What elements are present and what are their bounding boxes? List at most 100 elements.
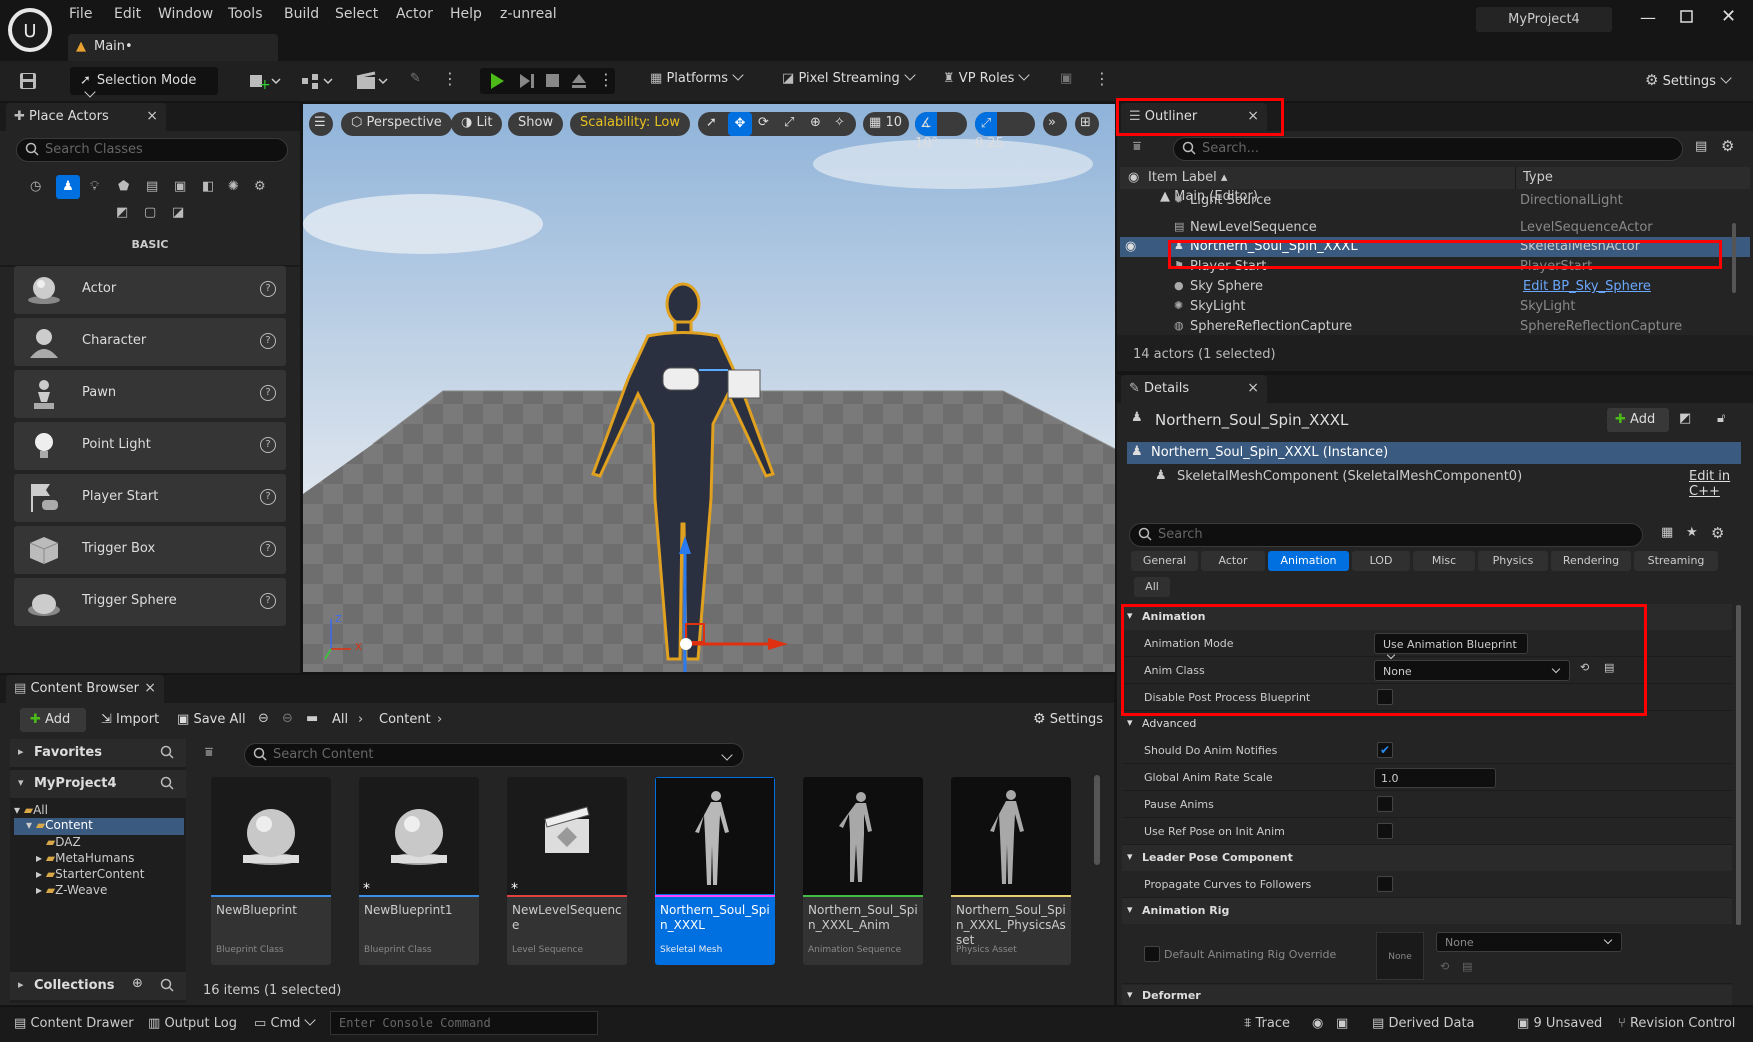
item-label-header[interactable]: Item Label ▴	[1148, 170, 1227, 185]
settings-button[interactable]: ⚙ Settings	[1645, 71, 1732, 89]
tab-streaming[interactable]: Streaming	[1634, 551, 1718, 571]
grid-snap-button[interactable]: ▦ 10	[863, 112, 909, 136]
asset-tile[interactable]: Northern_Soul_Spin_XXXL_PhysicsAsset Phy…	[951, 777, 1071, 965]
pixel-streaming-button[interactable]: ◪ Pixel Streaming	[782, 69, 916, 86]
content-browser-tab[interactable]: ▤ Content Browser ×	[6, 675, 164, 703]
content-icon-2[interactable]: ▢	[144, 205, 156, 220]
visual-effects-icon[interactable]: ▣	[174, 179, 186, 194]
show-button[interactable]: Show	[508, 112, 564, 136]
folder-icon[interactable]: ▬	[306, 711, 318, 726]
perspective-button[interactable]: ⬡ Perspective	[341, 112, 452, 136]
shapes-icon[interactable]: ⬟	[118, 179, 129, 194]
back-icon[interactable]: ⊖	[258, 711, 269, 726]
table-row[interactable]: ✺ SkyLight SkyLight	[1120, 298, 1750, 316]
forward-icon[interactable]: ⊖	[282, 711, 293, 726]
table-row[interactable]: ✹ Light Source DirectionalLight	[1120, 189, 1750, 208]
section-leader-pose[interactable]: ▾ Leader Pose Component	[1122, 845, 1732, 871]
unsaved-button[interactable]: ▣ 9 Unsaved	[1517, 1016, 1602, 1031]
modes-icon[interactable]: ✎	[410, 71, 421, 86]
eject-icon[interactable]	[570, 71, 588, 91]
screenshot-icon[interactable]: ▣	[1336, 1016, 1348, 1031]
ref-pose-checkbox[interactable]	[1377, 823, 1393, 839]
minimize-icon[interactable]: —	[1640, 8, 1656, 27]
search-icon[interactable]	[160, 776, 174, 790]
translate-tool-icon[interactable]: ✥	[728, 112, 752, 136]
tree-item-startercontent[interactable]: ▸ ▰StarterContent	[36, 867, 144, 881]
menu-z-unreal[interactable]: z-unreal	[500, 6, 557, 22]
eye-icon[interactable]: ◉	[1125, 239, 1136, 254]
geometry-icon[interactable]: ◧	[202, 179, 214, 194]
scale-tool-icon[interactable]: ⤢	[784, 115, 794, 130]
advance-frame-icon[interactable]	[518, 71, 536, 91]
collections-header[interactable]: ▸ Collections ⊕	[10, 972, 186, 1000]
details-search-input[interactable]: Search	[1129, 523, 1643, 547]
surface-snap-icon[interactable]: ✧	[834, 115, 845, 130]
place-actor-trigger-sphere[interactable]: Trigger Sphere?	[14, 578, 286, 626]
vp-roles-button[interactable]: ♜ VP Roles	[943, 69, 1031, 86]
section-deformer[interactable]: ▾ Deformer	[1122, 985, 1732, 1005]
place-actor-trigger-box[interactable]: Trigger Box?	[14, 526, 286, 574]
breadcrumb-content[interactable]: Content	[379, 712, 431, 727]
content-icon-1[interactable]: ◩	[116, 205, 128, 220]
menu-tools[interactable]: Tools	[228, 6, 263, 22]
menu-file[interactable]: File	[69, 6, 92, 22]
rig-dropdown[interactable]: None	[1436, 932, 1622, 952]
menu-build[interactable]: Build	[284, 6, 319, 22]
close-icon[interactable]: ✕	[1721, 6, 1736, 27]
tab-misc[interactable]: Misc	[1413, 551, 1475, 571]
add-component-button[interactable]: ✚ Add	[1607, 408, 1669, 432]
lights-icon[interactable]: 💡︎	[90, 179, 99, 194]
place-actors-tab[interactable]: ✚ Place Actors ×	[6, 103, 166, 131]
place-actor-character[interactable]: Character?	[14, 318, 286, 366]
tree-item-all[interactable]: ▾ ▰All	[14, 803, 48, 817]
instance-row[interactable]: ♟ Northern_Soul_Spin_XXXL (Instance)	[1127, 442, 1741, 464]
place-actor-player-start[interactable]: Player Start?	[14, 474, 286, 522]
edit-in-cpp-link[interactable]: Edit in C++	[1689, 469, 1741, 499]
component-row[interactable]: ♟ SkeletalMeshComponent (SkeletalMeshCom…	[1127, 466, 1741, 499]
play-options-icon[interactable]: ⋮	[598, 70, 614, 89]
maximize-icon[interactable]	[1680, 10, 1694, 24]
eye-icon[interactable]: ◉	[1128, 170, 1139, 185]
search-icon[interactable]	[160, 745, 174, 759]
table-row[interactable]: ● Sky Sphere Edit BP_Sky_Sphere	[1120, 278, 1750, 296]
tree-item-content[interactable]: ▾ ▰Content	[14, 818, 184, 835]
blueprint-icon[interactable]	[300, 71, 336, 91]
search-content-input[interactable]: Search Content	[244, 743, 744, 767]
import-button[interactable]: ⇲ Import	[101, 712, 159, 727]
place-actor-pawn[interactable]: Pawn?	[14, 370, 286, 418]
tab-general[interactable]: General	[1131, 551, 1198, 571]
table-view-icon[interactable]: ▦	[1661, 525, 1673, 540]
asset-tile-selected[interactable]: Northern_Soul_Spin_XXXL Skeletal Mesh	[655, 777, 775, 965]
folder-add-icon[interactable]: ▤	[1695, 139, 1707, 154]
rotation-snap-button[interactable]: ∡ 10°	[915, 112, 967, 151]
save-all-button[interactable]: ▣ Save All	[177, 712, 246, 727]
asset-tile[interactable]: Northern_Soul_Spin_XXXL_Anim Animation S…	[803, 777, 923, 965]
scalability-button[interactable]: Scalability: Low	[570, 112, 690, 136]
unreal-logo-icon[interactable]: U	[8, 8, 52, 52]
content-scrollbar[interactable]	[1094, 775, 1100, 865]
breadcrumb-all[interactable]: All	[332, 712, 348, 727]
menu-edit[interactable]: Edit	[114, 6, 141, 22]
recent-icon[interactable]: ◷	[30, 179, 41, 194]
level-viewport[interactable]: Z X ☰ ⬡ Perspective ◑ Lit Show Scalabili…	[303, 104, 1115, 672]
help-icon[interactable]: ?	[260, 437, 276, 453]
tab-physics[interactable]: Physics	[1478, 551, 1548, 571]
search-classes-input[interactable]: Search Classes	[16, 138, 288, 162]
type-header[interactable]: Type	[1523, 170, 1553, 185]
project-header[interactable]: ▾ MyProject4	[10, 770, 186, 798]
tab-lod[interactable]: LOD	[1352, 551, 1410, 571]
gear-icon[interactable]: ⚙	[1711, 524, 1724, 542]
place-actor-actor[interactable]: Actor?	[14, 266, 286, 314]
volumes-icon[interactable]: ✺	[228, 179, 239, 194]
more-icon[interactable]: ⋮	[442, 69, 458, 88]
propagate-curves-checkbox[interactable]	[1377, 876, 1393, 892]
details-tab[interactable]: ✎ Details ×	[1121, 375, 1267, 403]
rotate-tool-icon[interactable]: ⟳	[758, 115, 769, 130]
content-settings-button[interactable]: ⚙ Settings	[1033, 711, 1103, 727]
world-space-icon[interactable]: ⊕	[810, 115, 821, 130]
basic-category-icon[interactable]: ♟	[56, 175, 80, 199]
cmd-dropdown[interactable]: ▭ Cmd	[254, 1014, 317, 1031]
tab-animation[interactable]: Animation	[1268, 551, 1349, 571]
help-icon[interactable]: ?	[260, 593, 276, 609]
expand-toolbar-icon[interactable]: »	[1043, 112, 1067, 136]
